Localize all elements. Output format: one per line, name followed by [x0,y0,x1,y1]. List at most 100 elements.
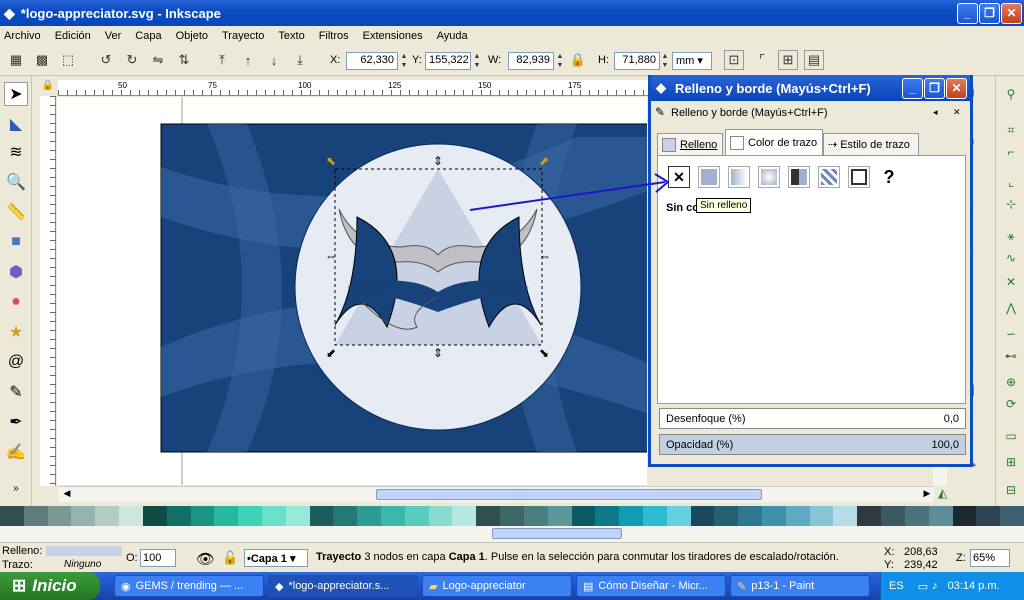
palette-swatch[interactable] [976,506,1001,526]
network-icon[interactable]: ▭ [918,580,928,593]
palette-swatch[interactable] [523,506,548,526]
palette-swatch[interactable] [547,506,572,526]
palette-swatch[interactable] [47,506,72,526]
palette-swatch[interactable] [142,506,167,526]
y-spinner[interactable]: ▲ ▼ [472,52,482,70]
scale-corners-icon[interactable]: ⌜ [752,50,772,70]
palette-swatch[interactable] [285,506,310,526]
palette-swatch[interactable] [452,506,477,526]
pattern-button[interactable] [818,166,840,188]
palette-swatch[interactable] [881,506,905,526]
zoom-tool-icon[interactable]: 🔍 [4,170,28,194]
task-inkscape[interactable]: ◆ *logo-appreciator.s... [268,575,418,597]
pencil-tool-icon[interactable]: ✎ [4,380,28,404]
visibility-eye-icon[interactable]: 👁 [196,550,215,568]
snap-center-icon[interactable]: ⊕ [1001,372,1021,392]
lower-bottom-icon[interactable]: ⤓ [290,50,310,70]
layer-select[interactable]: •Capa 1 ▾ [244,549,308,567]
calligraphy-tool-icon[interactable]: ✍ [4,440,28,464]
more-tools-icon[interactable]: » [4,476,28,500]
measure-tool-icon[interactable]: 📏 [4,200,28,224]
x-field[interactable]: 62,330 [346,52,398,70]
menu-edicion[interactable]: Edición [55,30,91,42]
dialog-minimize-button[interactable]: _ [902,78,923,99]
palette-swatch[interactable] [71,506,96,526]
palette-swatch[interactable] [642,506,667,526]
scroll-right-icon[interactable]: ▶ [920,488,934,501]
menu-archivo[interactable]: Archivo [4,30,41,42]
palette-swatch[interactable] [714,506,739,526]
flip-horizontal-icon[interactable]: ⇋ [148,50,168,70]
palette-swatch[interactable] [357,506,381,526]
node-tool-icon[interactable]: ◣ [4,112,28,136]
snap-nodes-icon[interactable]: ⚹ [1001,226,1021,246]
ellipse-tool-icon[interactable]: ● [4,290,28,314]
raise-top-icon[interactable]: ⤒ [212,50,232,70]
flat-color-button[interactable] [698,166,720,188]
snap-bbox-icon[interactable]: ⌗ [1001,120,1021,140]
y-field[interactable]: 155,322 [425,52,471,70]
task-folder[interactable]: ▰ Logo-appreciator [422,575,572,597]
palette-swatch[interactable] [857,506,882,526]
snap-grid-icon[interactable]: ⊞ [1001,452,1021,472]
pen-tool-icon[interactable]: ✒ [4,410,28,434]
w-field[interactable]: 82,939 [508,52,554,70]
menu-trayecto[interactable]: Trayecto [222,30,264,42]
tab-stroke-style[interactable]: ⇢ Estilo de trazo [823,133,919,155]
w-spinner[interactable]: ▲ ▼ [555,52,565,70]
palette-swatch[interactable] [261,506,286,526]
tab-stroke-paint[interactable]: Color de trazo [725,129,823,155]
drawing-canvas[interactable]: ⬉ ⬈ ⇕ ⇔ ⇔ ⬋ ⬊ ⇕ [57,97,647,485]
zoom-field[interactable]: 65% [970,549,1010,567]
palette-swatch[interactable] [309,506,334,526]
linear-gradient-button[interactable] [728,166,750,188]
move-patterns-icon[interactable]: ▤ [804,50,824,70]
menu-extensiones[interactable]: Extensiones [363,30,423,42]
layer-lock-icon[interactable]: 🔓 [222,550,238,566]
lock-icon[interactable]: 🔒 [568,50,588,70]
select-all-layers-icon[interactable]: ▩ [32,50,52,70]
panel-menu-icon[interactable]: ◂ [933,107,938,118]
menu-ayuda[interactable]: Ayuda [437,30,468,42]
palette-swatch[interactable] [833,506,858,526]
3d-box-tool-icon[interactable]: ⬢ [4,260,28,284]
snap-paths-icon[interactable]: ∿ [1001,248,1021,268]
radial-gradient-button[interactable] [758,166,780,188]
menu-texto[interactable]: Texto [278,30,304,42]
palette-swatch[interactable] [476,506,501,526]
snap-smooth-icon[interactable]: ∽ [1001,324,1021,344]
h-spinner[interactable]: ▲ ▼ [660,52,670,70]
tweak-tool-icon[interactable]: ≋ [4,140,28,164]
task-firefox[interactable]: ◉ GEMS / trending — ... [114,575,264,597]
menu-capa[interactable]: Capa [135,30,161,42]
palette-swatch[interactable] [595,506,620,526]
stroke-indicator-value[interactable]: Ninguno [64,559,101,570]
task-word[interactable]: ▤ Cómo Diseñar - Micr... [576,575,726,597]
close-button[interactable]: ✕ [1001,3,1022,24]
rotate-ccw-icon[interactable]: ↺ [96,50,116,70]
dialog-maximize-button[interactable]: ❐ [924,78,945,99]
palette-swatch[interactable] [333,506,358,526]
h-field[interactable]: 71,880 [614,52,660,70]
scroll-thumb[interactable] [376,489,762,500]
menu-ver[interactable]: Ver [105,30,122,42]
palette-swatch[interactable] [190,506,215,526]
mesh-gradient-button[interactable] [788,166,810,188]
deselect-icon[interactable]: ⬚ [58,50,78,70]
snap-midpoint-icon[interactable]: ⊷ [1001,346,1021,366]
x-spinner[interactable]: ▲ ▼ [399,52,409,70]
palette-swatch[interactable] [0,506,24,526]
palette-swatch[interactable] [571,506,596,526]
tab-fill[interactable]: Relleno [657,133,723,155]
palette-swatch[interactable] [214,506,239,526]
task-paint[interactable]: ✎ p13-1 - Paint [730,575,870,597]
rectangle-tool-icon[interactable]: ■ [4,230,28,254]
palette-scrollbar[interactable] [0,526,1024,542]
palette-swatch[interactable] [666,506,691,526]
volume-icon[interactable]: ♪ [932,580,938,592]
opacity-field[interactable]: 100 [140,549,176,567]
unit-select[interactable]: mm ▾ [672,52,712,70]
move-gradients-icon[interactable]: ⊞ [778,50,798,70]
snap-page-icon[interactable]: ▭ [1001,426,1021,446]
star-tool-icon[interactable]: ★ [4,320,28,344]
